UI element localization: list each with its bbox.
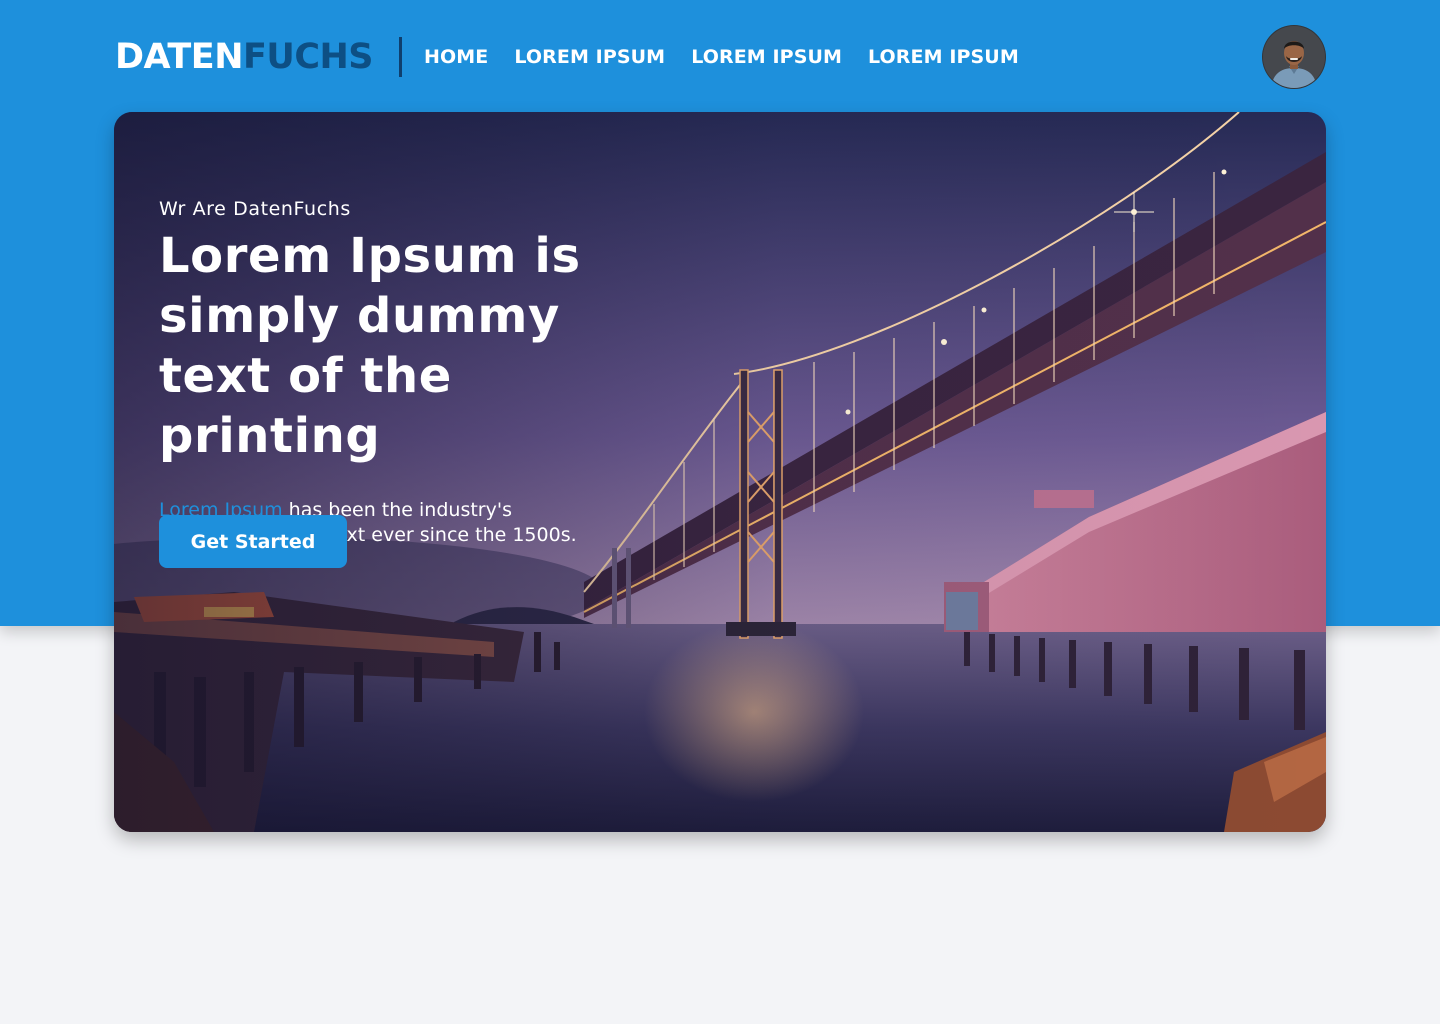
logo-part-fuchs: FUCHS [243, 36, 374, 77]
hero-text-block: Wr Are DatenFuchs Lorem Ipsum is simply … [159, 198, 679, 548]
nav-link-home[interactable]: HOME [424, 46, 488, 68]
hero-section: Wr Are DatenFuchs Lorem Ipsum is simply … [114, 112, 1326, 832]
hero-eyebrow: Wr Are DatenFuchs [159, 198, 351, 220]
nav-link-lorem-ipsum-2[interactable]: LOREM IPSUM [691, 46, 842, 68]
hero-headline: Lorem Ipsum is simply dummy text of the … [159, 228, 581, 464]
brand-logo[interactable]: DATENFUCHS [115, 36, 374, 77]
nav-link-lorem-ipsum-1[interactable]: LOREM IPSUM [514, 46, 665, 68]
avatar-portrait-icon [1263, 26, 1325, 88]
nav-divider [399, 37, 403, 77]
main-nav: HOME LOREM IPSUM LOREM IPSUM LOREM IPSUM [424, 46, 1019, 68]
user-avatar[interactable] [1262, 25, 1326, 89]
logo-part-daten: DATEN [115, 36, 244, 77]
navbar: DATENFUCHS HOME LOREM IPSUM LOREM IPSUM … [115, 25, 1326, 89]
get-started-button[interactable]: Get Started [159, 515, 347, 568]
nav-link-lorem-ipsum-3[interactable]: LOREM IPSUM [868, 46, 1019, 68]
